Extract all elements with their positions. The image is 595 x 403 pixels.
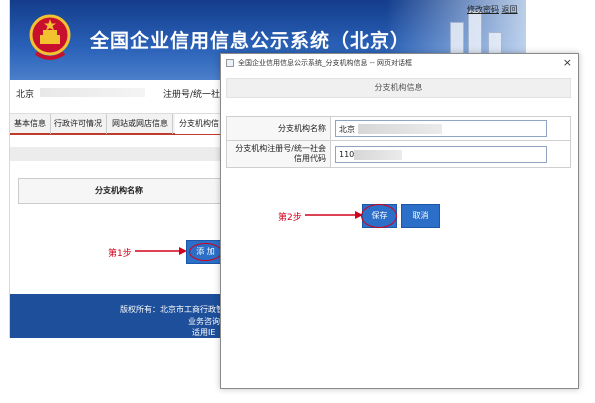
step1-label: 第1步 bbox=[108, 249, 132, 259]
site-title: 全国企业信用信息公示系统（北京） bbox=[90, 30, 411, 52]
registration-code-label: 注册号/统一社 bbox=[163, 90, 221, 100]
branch-name-input[interactable]: 北京 bbox=[335, 120, 547, 137]
change-password-link[interactable]: 修改密码 bbox=[467, 5, 499, 14]
close-icon[interactable]: × bbox=[563, 56, 572, 69]
save-button[interactable]: 保存 bbox=[362, 204, 397, 228]
branch-name-value: 北京 bbox=[339, 125, 355, 134]
region-label: 北京 bbox=[16, 90, 35, 100]
redacted-name bbox=[40, 88, 145, 97]
form-row: 分支机构名称 北京 bbox=[226, 116, 571, 141]
branch-table: 分支机构名称 bbox=[18, 178, 222, 204]
dialog-header: 分支机构信息 bbox=[226, 78, 571, 98]
footer-copyright: 版权所有：北京市工商行政管理 bbox=[120, 305, 232, 314]
branch-form: 分支机构名称 北京 分支机构注册号/统一社会信用代码 110 bbox=[226, 116, 571, 168]
branch-name-label: 分支机构名称 bbox=[226, 116, 331, 141]
return-link[interactable]: 返回 bbox=[502, 5, 518, 14]
redacted-value bbox=[354, 149, 402, 160]
arrow-right-icon bbox=[305, 211, 363, 219]
arrow-right-icon bbox=[135, 247, 187, 255]
footer-browser: 适用IE bbox=[192, 328, 216, 337]
national-emblem-icon bbox=[29, 14, 71, 60]
branch-code-input[interactable]: 110 bbox=[335, 145, 547, 163]
page-favicon-icon bbox=[226, 59, 234, 67]
tab-website-info[interactable]: 网站或网店信息 bbox=[108, 114, 173, 134]
redacted-value bbox=[358, 124, 442, 134]
dialog-titlebar: 全国企业信用信息公示系统_分支机构信息 -- 网页对话框 × bbox=[221, 54, 578, 72]
branch-code-label: 分支机构注册号/统一社会信用代码 bbox=[226, 140, 331, 168]
top-links: 修改密码 返回 bbox=[467, 4, 518, 15]
tab-admin-license[interactable]: 行政许可情况 bbox=[50, 114, 107, 134]
step2-label: 第2步 bbox=[278, 213, 302, 223]
tab-branch-info[interactable]: 分支机构信 bbox=[175, 114, 224, 134]
branch-dialog: 全国企业信用信息公示系统_分支机构信息 -- 网页对话框 × 分支机构信息 分支… bbox=[220, 53, 579, 389]
branch-code-value: 110 bbox=[339, 149, 355, 159]
form-row: 分支机构注册号/统一社会信用代码 110 bbox=[226, 140, 571, 168]
branch-table-header: 分支机构名称 bbox=[95, 186, 143, 195]
tab-basic-info[interactable]: 基本信息 bbox=[10, 114, 51, 134]
dialog-title: 全国企业信用信息公示系统_分支机构信息 -- 网页对话框 bbox=[238, 59, 413, 67]
footer-consult: 业务咨询 bbox=[188, 317, 220, 326]
cancel-button[interactable]: 取消 bbox=[401, 204, 440, 228]
